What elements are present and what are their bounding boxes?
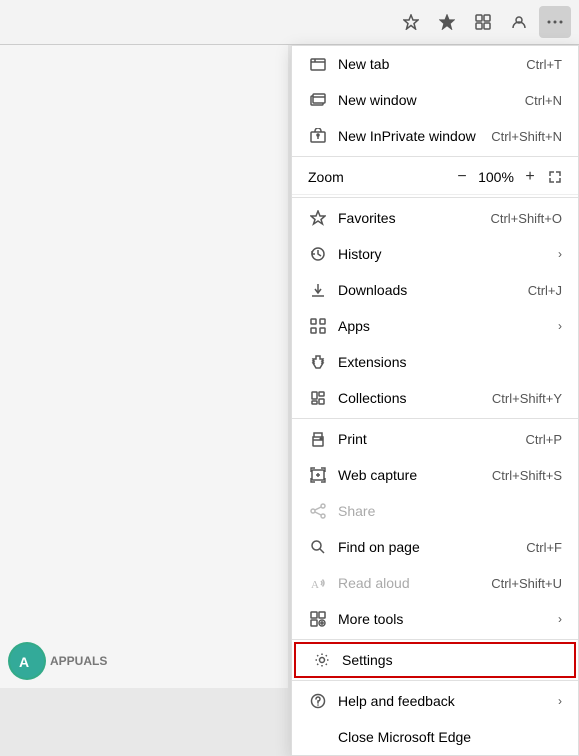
browser-toolbar <box>0 0 579 45</box>
zoom-label: Zoom <box>308 169 448 185</box>
menu-item-read-aloud[interactable]: A Read aloud Ctrl+Shift+U <box>292 565 578 601</box>
new-window-label: New window <box>338 92 525 108</box>
collections-menu-icon <box>308 388 328 408</box>
new-window-shortcut: Ctrl+N <box>525 93 562 108</box>
menu-item-apps[interactable]: Apps › <box>292 308 578 344</box>
favorites-shortcut: Ctrl+Shift+O <box>490 211 562 226</box>
context-menu: New tab Ctrl+T New window Ctrl+N New InP… <box>291 45 579 756</box>
share-label: Share <box>338 503 562 519</box>
more-tools-icon <box>308 609 328 629</box>
menu-item-inprivate[interactable]: New InPrivate window Ctrl+Shift+N <box>292 118 578 154</box>
svg-text:A: A <box>311 579 319 591</box>
find-shortcut: Ctrl+F <box>526 540 562 555</box>
menu-item-favorites[interactable]: Favorites Ctrl+Shift+O <box>292 200 578 236</box>
appuals-watermark: A APPUALS <box>8 642 107 680</box>
print-shortcut: Ctrl+P <box>526 432 562 447</box>
appuals-logo: A <box>8 642 46 680</box>
more-tools-label: More tools <box>338 611 550 627</box>
menu-item-help[interactable]: Help and feedback › <box>292 683 578 719</box>
separator-3 <box>292 418 578 419</box>
menu-item-share[interactable]: Share <box>292 493 578 529</box>
history-icon <box>308 244 328 264</box>
inprivate-icon <box>308 126 328 146</box>
separator-1 <box>292 156 578 157</box>
new-tab-label: New tab <box>338 56 526 72</box>
more-tools-arrow: › <box>558 612 562 626</box>
separator-4 <box>292 639 578 640</box>
menu-item-extensions[interactable]: Extensions <box>292 344 578 380</box>
inprivate-label: New InPrivate window <box>338 128 491 144</box>
history-arrow: › <box>558 247 562 261</box>
web-capture-label: Web capture <box>338 467 492 483</box>
zoom-plus-button[interactable]: + <box>516 163 544 191</box>
read-aloud-shortcut: Ctrl+Shift+U <box>491 576 562 591</box>
zoom-expand-button[interactable] <box>548 170 562 184</box>
reading-list-button[interactable] <box>431 6 463 38</box>
help-label: Help and feedback <box>338 693 550 709</box>
collections-label: Collections <box>338 390 492 406</box>
downloads-shortcut: Ctrl+J <box>528 283 562 298</box>
new-window-icon <box>308 90 328 110</box>
menu-item-new-tab[interactable]: New tab Ctrl+T <box>292 46 578 82</box>
close-edge-label: Close Microsoft Edge <box>338 729 562 745</box>
separator-2 <box>292 197 578 198</box>
apps-arrow: › <box>558 319 562 333</box>
menu-item-web-capture[interactable]: Web capture Ctrl+Shift+S <box>292 457 578 493</box>
print-icon <box>308 429 328 449</box>
web-capture-icon <box>308 465 328 485</box>
help-icon <box>308 691 328 711</box>
separator-5 <box>292 680 578 681</box>
find-label: Find on page <box>338 539 526 555</box>
menu-item-more-tools[interactable]: More tools › <box>292 601 578 637</box>
downloads-icon <box>308 280 328 300</box>
settings-icon <box>312 650 332 670</box>
menu-item-settings[interactable]: Settings <box>294 642 576 678</box>
collections-shortcut: Ctrl+Shift+Y <box>492 391 562 406</box>
menu-item-history[interactable]: History › <box>292 236 578 272</box>
zoom-value: 100% <box>476 169 516 185</box>
menu-item-downloads[interactable]: Downloads Ctrl+J <box>292 272 578 308</box>
favorites-icon <box>308 208 328 228</box>
find-icon <box>308 537 328 557</box>
menu-item-collections[interactable]: Collections Ctrl+Shift+Y <box>292 380 578 416</box>
web-capture-shortcut: Ctrl+Shift+S <box>492 468 562 483</box>
menu-item-close-edge[interactable]: Close Microsoft Edge <box>292 719 578 755</box>
share-icon <box>308 501 328 521</box>
new-tab-shortcut: Ctrl+T <box>526 57 562 72</box>
extensions-label: Extensions <box>338 354 562 370</box>
favorites-star-button[interactable] <box>395 6 427 38</box>
read-aloud-icon: A <box>308 573 328 593</box>
menu-item-new-window[interactable]: New window Ctrl+N <box>292 82 578 118</box>
collections-button[interactable] <box>467 6 499 38</box>
svg-text:A: A <box>19 654 29 670</box>
zoom-minus-button[interactable]: − <box>448 163 476 191</box>
apps-label: Apps <box>338 318 550 334</box>
history-label: History <box>338 246 550 262</box>
appuals-text: APPUALS <box>50 654 107 668</box>
zoom-row: Zoom − 100% + <box>292 159 578 195</box>
new-tab-icon <box>308 54 328 74</box>
favorites-label: Favorites <box>338 210 490 226</box>
menu-item-find[interactable]: Find on page Ctrl+F <box>292 529 578 565</box>
page-content <box>0 45 288 688</box>
inprivate-shortcut: Ctrl+Shift+N <box>491 129 562 144</box>
profile-button[interactable] <box>503 6 535 38</box>
close-edge-icon <box>308 727 328 747</box>
print-label: Print <box>338 431 526 447</box>
help-arrow: › <box>558 694 562 708</box>
more-menu-button[interactable] <box>539 6 571 38</box>
settings-label: Settings <box>342 652 558 668</box>
extensions-icon <box>308 352 328 372</box>
downloads-label: Downloads <box>338 282 528 298</box>
apps-icon <box>308 316 328 336</box>
menu-item-print[interactable]: Print Ctrl+P <box>292 421 578 457</box>
read-aloud-label: Read aloud <box>338 575 491 591</box>
